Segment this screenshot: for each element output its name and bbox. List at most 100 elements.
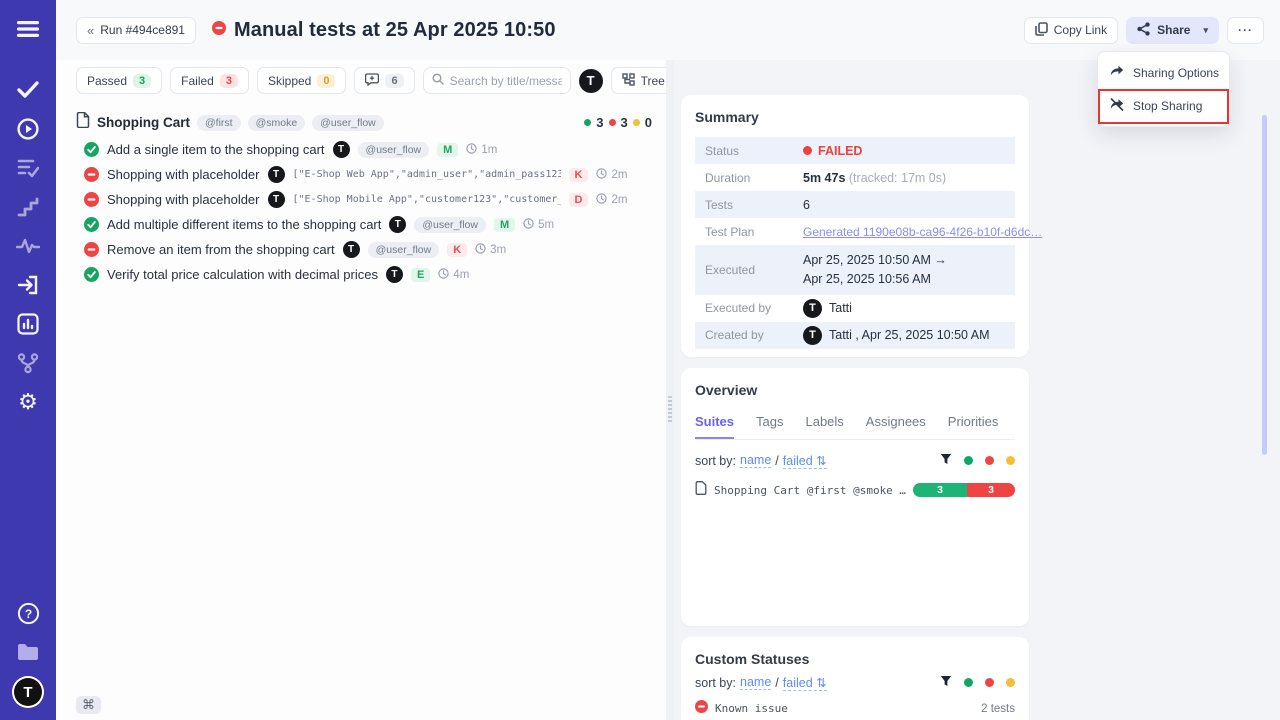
- settings-gear-icon[interactable]: ⚙: [15, 389, 41, 415]
- failed-toggle-dot[interactable]: [985, 456, 994, 465]
- filter-toolbar: Passed 3 Failed 3 Skipped 0 6 T: [56, 60, 666, 102]
- suite-header[interactable]: Shopping Cart @first @smoke @user_flow 3…: [56, 102, 666, 137]
- tab-priorities[interactable]: Priorities: [948, 410, 999, 439]
- tracked-duration: (tracked: 17m 0s): [849, 171, 946, 185]
- test-row[interactable]: Remove an item from the shopping cart T …: [56, 237, 666, 262]
- share-dropdown-menu: Sharing Options Stop Sharing: [1097, 51, 1230, 127]
- filter-funnel-icon[interactable]: [940, 453, 952, 468]
- summary-row-created-by: Created by TTatti , Apr 25, 2025 10:50 A…: [695, 322, 1015, 349]
- test-title[interactable]: Shopping with placeholder: [107, 192, 260, 207]
- filter-funnel-icon[interactable]: [940, 675, 952, 690]
- failed-bar-segment: 3: [967, 483, 1015, 497]
- test-plan-link[interactable]: Generated 1190e08b-ca96-4f26-b10f-d6dc…: [803, 225, 1042, 239]
- test-title[interactable]: Shopping with placeholder: [107, 167, 260, 182]
- custom-status-row[interactable]: Known issue 2 tests: [695, 700, 1015, 718]
- custom-status-name[interactable]: Known issue: [715, 702, 788, 715]
- overview-sort-row: sort by: name / failed ⇅: [695, 453, 1015, 469]
- back-chevrons-icon: «: [87, 23, 94, 38]
- sort-failed-link[interactable]: failed ⇅: [783, 675, 827, 691]
- test-title[interactable]: Remove an item from the shopping cart: [107, 242, 335, 257]
- suite-tag[interactable]: @first: [197, 115, 241, 131]
- summary-pane: Summary Status FAILED Duration 5m 47s (t…: [674, 60, 1280, 720]
- comments-filter-button[interactable]: 6: [354, 67, 414, 94]
- help-icon[interactable]: ?: [15, 600, 41, 626]
- summary-heading: Summary: [695, 109, 1015, 125]
- runs-play-icon[interactable]: [15, 116, 41, 142]
- tab-tags[interactable]: Tags: [756, 410, 783, 439]
- overview-suite-row[interactable]: Shopping Cart @first @smoke … 3 3: [695, 481, 1015, 500]
- summary-row-executed-by: Executed by TTatti: [695, 295, 1015, 322]
- test-title[interactable]: Add multiple different items to the shop…: [107, 217, 381, 232]
- passed-toggle-dot[interactable]: [964, 678, 973, 687]
- pulse-icon[interactable]: [15, 233, 41, 259]
- tests-check-icon[interactable]: [15, 77, 41, 103]
- created-by-value: Tatti , Apr 25, 2025 10:50 AM: [829, 328, 990, 342]
- test-duration: 5m: [538, 219, 554, 231]
- sort-name-link[interactable]: name: [740, 675, 771, 690]
- suite-name[interactable]: Shopping Cart: [97, 115, 190, 130]
- skipped-filter-button[interactable]: Skipped 0: [257, 67, 347, 94]
- test-title[interactable]: Verify total price calculation with deci…: [107, 267, 378, 282]
- back-to-run-button[interactable]: « Run #494ce891: [76, 17, 196, 44]
- passed-toggle-dot[interactable]: [964, 456, 973, 465]
- test-row[interactable]: Add multiple different items to the shop…: [56, 212, 666, 237]
- failed-filter-button[interactable]: Failed 3: [170, 67, 249, 94]
- menu-icon[interactable]: [15, 16, 41, 42]
- test-duration: 3m: [490, 244, 506, 256]
- suite-tag[interactable]: @smoke: [248, 115, 306, 131]
- overview-suite-name[interactable]: Shopping Cart @first @smoke …: [714, 484, 906, 497]
- clock-icon: [523, 218, 534, 232]
- steps-icon[interactable]: [15, 194, 41, 220]
- clock-icon: [475, 243, 486, 257]
- share-caret-icon[interactable]: ▾: [1203, 25, 1208, 36]
- search-icon: [432, 72, 444, 90]
- suite-tag[interactable]: @user_flow: [312, 115, 384, 131]
- more-options-button[interactable]: ···: [1227, 17, 1264, 44]
- test-tag[interactable]: @user_flow: [368, 242, 440, 258]
- projects-folder-icon[interactable]: [15, 639, 41, 665]
- pane-resizer[interactable]: [666, 60, 674, 720]
- failed-status-icon: [84, 192, 99, 207]
- test-row[interactable]: Verify total price calculation with deci…: [56, 262, 666, 287]
- sort-name-link[interactable]: name: [740, 453, 771, 468]
- tab-suites[interactable]: Suites: [695, 410, 734, 439]
- sort-failed-link[interactable]: failed ⇅: [783, 453, 827, 469]
- suite-failed-count: 3: [621, 115, 628, 130]
- sharing-options-menu-item[interactable]: Sharing Options: [1098, 56, 1229, 89]
- test-row[interactable]: Shopping with placeholder T ["E-Shop Web…: [56, 162, 666, 187]
- skipped-toggle-dot[interactable]: [1006, 456, 1015, 465]
- import-icon[interactable]: [15, 272, 41, 298]
- passed-status-icon: [84, 142, 99, 157]
- sort-arrows-icon: ⇅: [816, 454, 826, 468]
- test-row[interactable]: Add a single item to the shopping cart T…: [56, 137, 666, 162]
- suite-results-bar: 3 3: [913, 483, 1015, 497]
- test-title[interactable]: Add a single item to the shopping cart: [107, 142, 325, 157]
- failed-toggle-dot[interactable]: [985, 678, 994, 687]
- test-plans-icon[interactable]: [15, 155, 41, 181]
- share-button[interactable]: Share ▾: [1126, 17, 1219, 44]
- test-tag[interactable]: @user_flow: [358, 142, 430, 158]
- stop-sharing-menu-item[interactable]: Stop Sharing: [1098, 89, 1229, 122]
- tree-view-icon: [622, 73, 635, 89]
- copy-icon: [1035, 22, 1048, 39]
- sort-separator: /: [775, 676, 778, 690]
- skipped-toggle-dot[interactable]: [1006, 678, 1015, 687]
- vertical-scrollbar[interactable]: [1262, 115, 1267, 455]
- command-key-badge[interactable]: ⌘: [76, 696, 101, 714]
- comments-count-badge: 6: [385, 74, 403, 88]
- user-avatar[interactable]: T: [14, 678, 42, 706]
- test-row[interactable]: Shopping with placeholder T ["E-Shop Mob…: [56, 187, 666, 212]
- tab-labels[interactable]: Labels: [805, 410, 843, 439]
- tab-assignees[interactable]: Assignees: [866, 410, 926, 439]
- test-tag[interactable]: @user_flow: [414, 217, 486, 233]
- test-letter-badge: M: [437, 143, 458, 157]
- svg-text:?: ?: [24, 607, 31, 621]
- copy-link-button[interactable]: Copy Link: [1024, 17, 1118, 44]
- passed-filter-button[interactable]: Passed 3: [76, 67, 162, 94]
- branch-icon[interactable]: [15, 350, 41, 376]
- search-input[interactable]: [450, 74, 562, 88]
- resizer-grip-icon[interactable]: [668, 396, 672, 422]
- analytics-icon[interactable]: [15, 311, 41, 337]
- assignee-avatar[interactable]: T: [579, 69, 603, 93]
- test-letter-badge: K: [569, 168, 589, 182]
